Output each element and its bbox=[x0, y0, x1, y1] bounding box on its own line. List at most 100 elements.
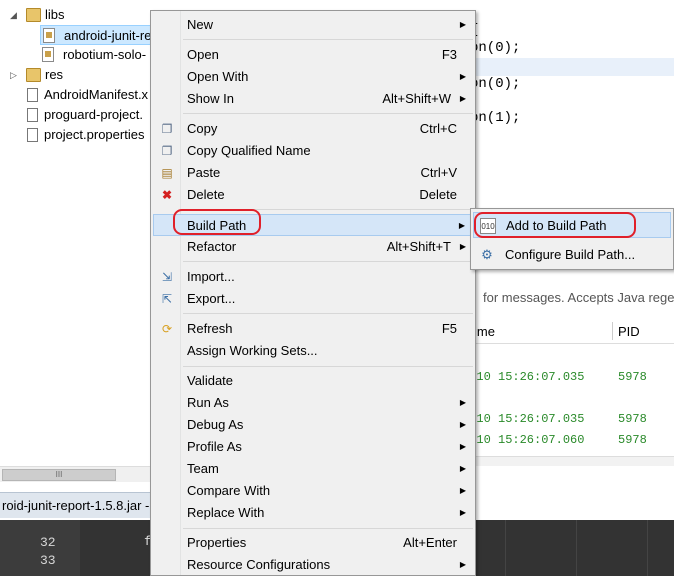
menu-item-copy[interactable]: ❐ Copy Ctrl+C bbox=[153, 118, 473, 140]
tree-item-jar-junit-report[interactable]: android-junit-re bbox=[40, 25, 160, 45]
time-column-header[interactable]: ime bbox=[474, 324, 495, 339]
menu-separator bbox=[183, 313, 473, 314]
copy-icon: ❐ bbox=[161, 122, 173, 136]
package-explorer: ◢ libs android-junit-re robotium-solo- ▷… bbox=[0, 0, 160, 468]
configure-build-path-icon: ⚙ bbox=[481, 247, 493, 262]
code-line: on(0); bbox=[470, 40, 521, 56]
horizontal-scrollbar[interactable]: III bbox=[0, 466, 152, 482]
menu-item-resource-configurations[interactable]: Resource Configurations ▶ bbox=[153, 554, 473, 576]
menu-shortcut: F5 bbox=[441, 321, 457, 336]
menu-item-refresh[interactable]: ⟳ Refresh F5 bbox=[153, 318, 473, 340]
menu-item-delete[interactable]: ✖ Delete Delete bbox=[153, 184, 473, 206]
scrollbar-thumb[interactable]: III bbox=[2, 469, 116, 481]
export-icon: ⇱ bbox=[161, 292, 173, 306]
tree-item-label: res bbox=[45, 67, 64, 82]
menu-label: Copy bbox=[187, 121, 218, 136]
line-number: 32 bbox=[40, 535, 56, 550]
log-row-pid[interactable]: 5978 bbox=[618, 433, 647, 447]
tree-item-proguard[interactable]: proguard-project. bbox=[24, 105, 160, 125]
menu-item-configure-build-path[interactable]: ⚙ Configure Build Path... bbox=[473, 242, 671, 268]
menu-label: Run As bbox=[187, 395, 229, 410]
tree-item-libs[interactable]: ◢ libs bbox=[0, 5, 150, 25]
menu-label: Replace With bbox=[187, 505, 265, 520]
current-line-highlight bbox=[462, 58, 674, 76]
menu-label: Refresh bbox=[187, 321, 233, 336]
menu-label: Validate bbox=[187, 373, 234, 388]
text-file-icon bbox=[27, 108, 38, 122]
submenu-arrow-icon: ▶ bbox=[459, 72, 466, 81]
tree-item-jar-robotium[interactable]: robotium-solo- bbox=[40, 45, 160, 65]
editor-tab-title[interactable]: roid-junit-report-1.5.8.jar - bbox=[0, 492, 160, 518]
column-divider[interactable] bbox=[612, 322, 613, 340]
log-row-time[interactable]: 6-10 15:26:07.060 bbox=[462, 433, 584, 447]
menu-item-refactor[interactable]: Refactor Alt+Shift+T ▶ bbox=[153, 236, 473, 258]
menu-shortcut: Alt+Shift+W bbox=[382, 91, 451, 106]
menu-label: Team bbox=[187, 461, 219, 476]
menu-label: Resource Configurations bbox=[187, 557, 331, 572]
menu-item-assign-working-sets[interactable]: Assign Working Sets... bbox=[153, 340, 473, 362]
menu-label: Refactor bbox=[187, 239, 237, 254]
menu-item-paste[interactable]: ▤ Paste Ctrl+V bbox=[153, 162, 473, 184]
menu-item-open[interactable]: Open F3 bbox=[153, 44, 473, 66]
tree-item-manifest[interactable]: AndroidManifest.x bbox=[24, 85, 160, 105]
menu-item-import[interactable]: ⇲ Import... bbox=[153, 266, 473, 288]
menu-item-show-in[interactable]: Show In Alt+Shift+W ▶ bbox=[153, 88, 473, 110]
line-number: 33 bbox=[40, 553, 56, 568]
menu-item-properties[interactable]: Properties Alt+Enter bbox=[153, 532, 473, 554]
tree-item-res[interactable]: ▷ res bbox=[0, 65, 150, 85]
tree-item-label: project.properties bbox=[44, 127, 145, 142]
menu-label: Export... bbox=[187, 291, 236, 306]
log-filter-input[interactable]: for messages. Accepts Java rege bbox=[483, 290, 674, 305]
menu-item-open-with[interactable]: Open With ▶ bbox=[153, 66, 473, 88]
pid-column-header[interactable]: PID bbox=[618, 324, 640, 339]
menu-separator bbox=[183, 39, 473, 40]
menu-separator bbox=[183, 528, 473, 529]
log-row-pid[interactable]: 5978 bbox=[618, 370, 647, 384]
tree-item-project-properties[interactable]: project.properties bbox=[24, 125, 160, 145]
log-row-pid[interactable]: 5978 bbox=[618, 412, 647, 426]
delete-icon: ✖ bbox=[161, 188, 173, 202]
menu-item-replace-with[interactable]: Replace With ▶ bbox=[153, 502, 473, 524]
collapse-arrow-icon[interactable]: ▷ bbox=[10, 65, 17, 85]
menu-label: Assign Working Sets... bbox=[187, 343, 318, 358]
menu-item-debug-as[interactable]: Debug As ▶ bbox=[153, 414, 473, 436]
menu-item-new[interactable]: New ▶ bbox=[153, 14, 473, 36]
code-line: on(1); bbox=[470, 110, 521, 126]
submenu-arrow-icon: ▶ bbox=[459, 486, 466, 495]
annotation-highlight-add-to-build-path bbox=[474, 212, 636, 238]
menu-item-compare-with[interactable]: Compare With ▶ bbox=[153, 480, 473, 502]
jar-icon bbox=[43, 28, 55, 43]
menu-separator bbox=[183, 366, 473, 367]
menu-label: Copy Qualified Name bbox=[187, 143, 311, 158]
menu-label: Show In bbox=[187, 91, 234, 106]
menu-shortcut: Ctrl+C bbox=[419, 121, 457, 136]
log-row-time[interactable]: 6-10 15:26:07.035 bbox=[462, 412, 584, 426]
menu-item-profile-as[interactable]: Profile As ▶ bbox=[153, 436, 473, 458]
menu-item-validate[interactable]: Validate bbox=[153, 370, 473, 392]
tree-item-label: robotium-solo- bbox=[63, 47, 147, 62]
console-scrollbar[interactable] bbox=[462, 456, 674, 466]
refresh-icon: ⟳ bbox=[161, 322, 173, 336]
menu-item-team[interactable]: Team ▶ bbox=[153, 458, 473, 480]
log-row-time[interactable]: 6-10 15:26:07.035 bbox=[462, 370, 584, 384]
submenu-arrow-icon: ▶ bbox=[459, 442, 466, 451]
line-number: 28 bbox=[272, 0, 292, 2]
menu-label: Delete bbox=[187, 187, 225, 202]
tree-item-label: AndroidManifest.x bbox=[44, 87, 149, 102]
menu-shortcut: F3 bbox=[441, 47, 457, 62]
code-editor[interactable]: 28 { on(0); ; on(0); ; on(1); ; bbox=[272, 0, 674, 150]
code-line: on(0); bbox=[470, 76, 521, 92]
expand-arrow-icon[interactable]: ◢ bbox=[10, 5, 17, 25]
jar-icon bbox=[42, 47, 54, 62]
folder-icon bbox=[26, 8, 41, 22]
menu-item-copy-qualified-name[interactable]: ❐ Copy Qualified Name bbox=[153, 140, 473, 162]
menu-label: Open bbox=[187, 47, 219, 62]
xml-file-icon bbox=[27, 88, 38, 102]
submenu-arrow-icon: ▶ bbox=[459, 20, 466, 29]
menu-item-export[interactable]: ⇱ Export... bbox=[153, 288, 473, 310]
menu-shortcut: Alt+Enter bbox=[403, 535, 457, 550]
menu-shortcut: Alt+Shift+T bbox=[386, 239, 451, 254]
menu-item-run-as[interactable]: Run As ▶ bbox=[153, 392, 473, 414]
menu-separator bbox=[183, 113, 473, 114]
log-column-header: ime PID bbox=[462, 318, 674, 344]
